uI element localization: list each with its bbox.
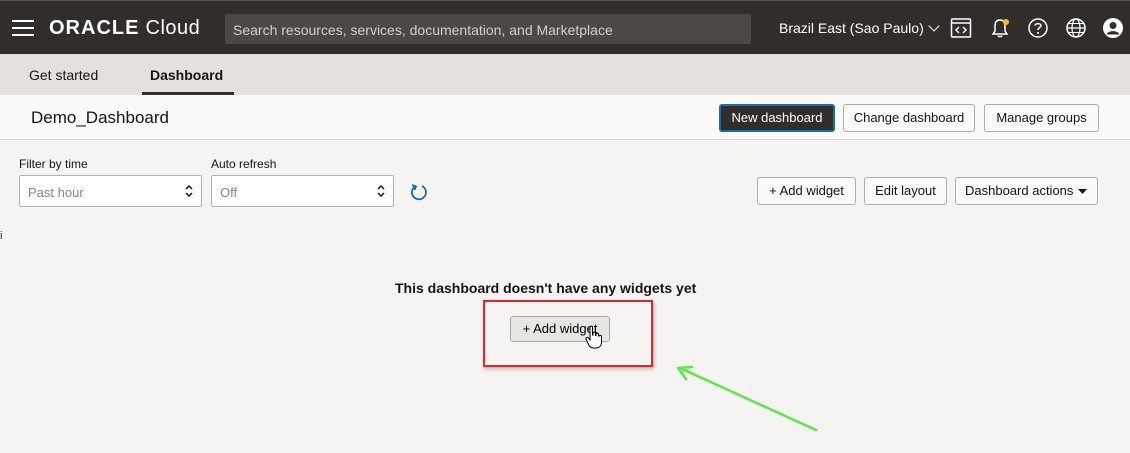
auto-refresh-label: Auto refresh (211, 157, 277, 171)
edge-mark: i (0, 230, 3, 242)
tab-get-started[interactable]: Get started (29, 67, 98, 83)
page-title: Demo_Dashboard (31, 108, 169, 127)
empty-state-message: This dashboard doesn't have any widgets … (395, 280, 697, 296)
select-arrows-icon (377, 184, 385, 198)
dashboard-actions-menu[interactable]: Dashboard actions (955, 177, 1098, 205)
annotation-arrow (676, 365, 818, 432)
hand-cursor-icon (585, 325, 602, 349)
code-editor-icon[interactable] (950, 17, 972, 39)
manage-groups-button[interactable]: Manage groups (984, 104, 1099, 132)
logo-product: Cloud (145, 17, 201, 39)
search-input[interactable]: Search resources, services, documentatio… (225, 14, 751, 44)
logo-brand: ORACLE (49, 17, 140, 39)
refresh-icon[interactable] (409, 182, 429, 202)
dashboard-actions-label: Dashboard actions (965, 183, 1074, 198)
dashboard-header: Demo_Dashboard New dashboard Change dash… (0, 95, 1130, 140)
user-icon[interactable] (1102, 17, 1124, 39)
tabs-bar: Get started Dashboard (0, 54, 1130, 95)
select-arrows-icon (185, 184, 193, 198)
annotation-highlight-box (483, 300, 653, 367)
auto-refresh-select[interactable]: Off (211, 175, 394, 207)
add-widget-button[interactable]: + Add widget (757, 177, 856, 205)
globe-icon[interactable] (1065, 17, 1087, 39)
menu-icon[interactable] (12, 20, 34, 36)
auto-refresh-value: Off (220, 185, 238, 200)
chevron-down-icon (928, 20, 940, 32)
change-dashboard-button[interactable]: Change dashboard (843, 104, 975, 132)
tab-dashboard[interactable]: Dashboard (150, 67, 223, 83)
oracle-cloud-logo[interactable]: ORACLE Cloud (49, 17, 200, 40)
filter-by-time-value: Past hour (28, 185, 84, 200)
search-placeholder: Search resources, services, documentatio… (233, 22, 613, 38)
caret-down-icon (1078, 189, 1087, 194)
edit-layout-button[interactable]: Edit layout (864, 177, 947, 205)
region-label: Brazil East (Sao Paulo) (779, 20, 924, 36)
help-icon[interactable] (1027, 17, 1049, 39)
region-selector[interactable]: Brazil East (Sao Paulo) (779, 20, 940, 36)
new-dashboard-button[interactable]: New dashboard (719, 104, 835, 132)
bell-icon[interactable] (989, 17, 1011, 39)
filter-by-time-label: Filter by time (19, 157, 88, 171)
filter-by-time-select[interactable]: Past hour (19, 175, 202, 207)
top-navigation-bar: ORACLE Cloud Search resources, services,… (0, 0, 1130, 54)
